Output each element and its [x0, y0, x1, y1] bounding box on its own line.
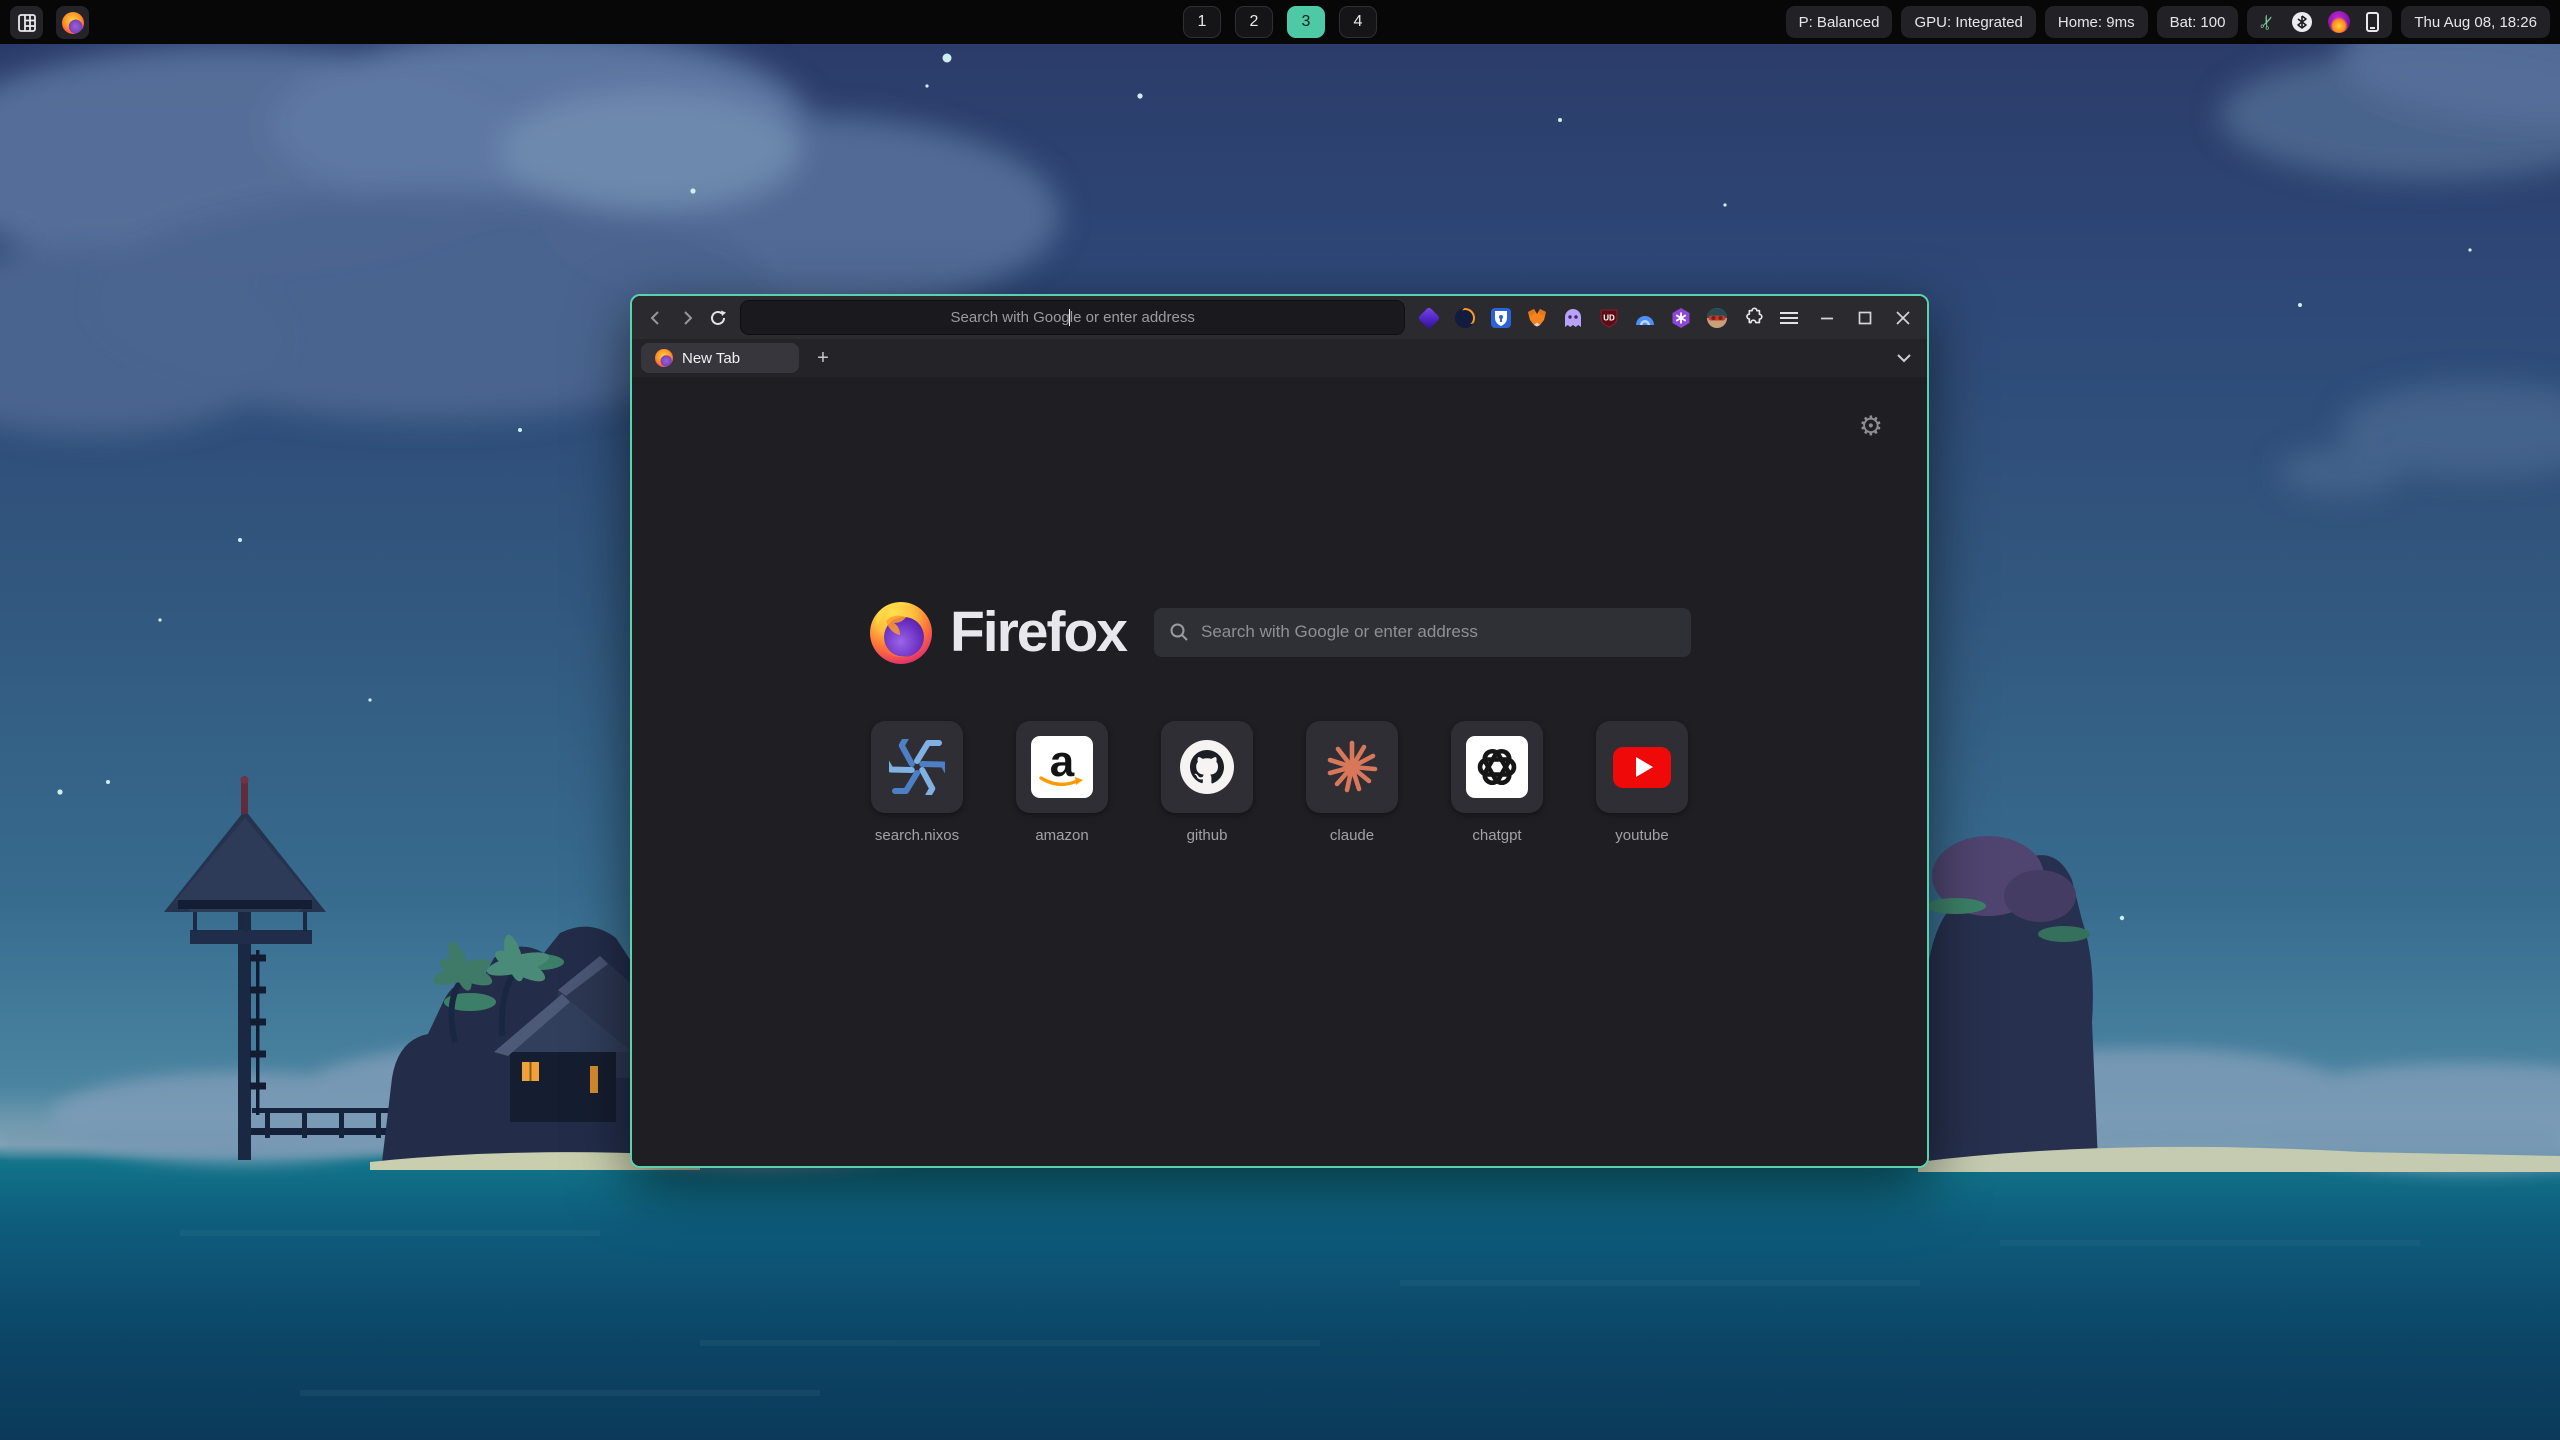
system-tray: ✂: [2247, 6, 2392, 38]
battery-status: Bat: 100: [2157, 6, 2239, 38]
back-button[interactable]: [641, 302, 672, 334]
workspace-4[interactable]: 4: [1339, 6, 1377, 38]
newtab-search-input[interactable]: [1201, 622, 1677, 642]
dark-reader-extension-icon[interactable]: [1454, 307, 1476, 329]
new-tab-page: ⚙ Firefox: [632, 377, 1927, 1166]
menu-hamburger-icon[interactable]: [1778, 307, 1800, 329]
firefox-launcher-button[interactable]: [56, 6, 89, 39]
purple-diamond-extension-icon[interactable]: [1418, 307, 1440, 329]
bluetooth-icon[interactable]: [2292, 12, 2312, 32]
firefox-logo: [868, 599, 934, 665]
shortcut-search-nixos[interactable]: search.nixos: [871, 721, 963, 844]
newtab-search-bar: [1154, 608, 1691, 657]
claude-starburst-icon: [1325, 740, 1379, 794]
top-status-bar: 1 2 3 4 P: Balanced GPU: Integrated Home…: [0, 0, 2560, 44]
bitwarden-extension-icon[interactable]: [1490, 307, 1512, 329]
window-controls: [1818, 309, 1912, 327]
nixos-snowflake-icon: [889, 739, 945, 795]
app-grid-icon: [17, 13, 37, 33]
workspace-2[interactable]: 2: [1235, 6, 1273, 38]
power-profile-status: P: Balanced: [1786, 6, 1893, 38]
workspace-3-active[interactable]: 3: [1287, 6, 1325, 38]
new-tab-button[interactable]: +: [808, 343, 838, 373]
minimize-button[interactable]: [1818, 309, 1836, 327]
text-caret: [1069, 309, 1071, 326]
search-icon: [1169, 622, 1189, 642]
github-octocat-icon: [1178, 738, 1236, 796]
workspace-1[interactable]: 1: [1183, 6, 1221, 38]
ghostery-extension-icon[interactable]: [1562, 307, 1584, 329]
shortcut-chatgpt[interactable]: chatgpt: [1451, 721, 1543, 844]
firefox-wordmark: Firefox: [950, 599, 1126, 665]
extensions-puzzle-icon[interactable]: [1742, 307, 1764, 329]
personalize-gear-icon[interactable]: ⚙: [1859, 413, 1883, 440]
url-bar: [741, 301, 1404, 334]
tab-bar: New Tab +: [632, 339, 1927, 377]
shortcut-label: youtube: [1615, 827, 1668, 844]
shortcut-tiles: search.nixos a amazon: [632, 721, 1927, 844]
clock[interactable]: Thu Aug 08, 18:26: [2401, 6, 2550, 38]
metamask-fox-extension-icon[interactable]: [1526, 307, 1548, 329]
shortcut-youtube[interactable]: youtube: [1596, 721, 1688, 844]
shortcut-github[interactable]: github: [1161, 721, 1253, 844]
flame-tray-icon[interactable]: [2328, 11, 2350, 33]
close-button[interactable]: [1894, 309, 1912, 327]
workspace-switcher: 1 2 3 4: [1183, 6, 1377, 38]
shortcut-label: amazon: [1035, 827, 1088, 844]
svg-text:UD: UD: [1603, 313, 1615, 322]
forward-button[interactable]: [672, 302, 703, 334]
shortcut-amazon[interactable]: a amazon: [1016, 721, 1108, 844]
phone-connect-icon[interactable]: [2366, 12, 2379, 32]
list-all-tabs-chevron-icon[interactable]: [1896, 353, 1912, 363]
spy-face-extension-icon[interactable]: [1706, 307, 1728, 329]
youtube-icon: [1613, 747, 1671, 788]
amazon-icon: a: [1031, 736, 1093, 798]
app-launcher-button[interactable]: [10, 6, 43, 39]
gpu-status: GPU: Integrated: [1901, 6, 2035, 38]
purple-hexagon-extension-icon[interactable]: [1670, 307, 1692, 329]
reload-button[interactable]: [703, 302, 734, 334]
shortcut-label: search.nixos: [875, 827, 959, 844]
maximize-button[interactable]: [1856, 309, 1874, 327]
ud-shield-extension-icon[interactable]: UD: [1598, 307, 1620, 329]
tab-favicon-firefox-icon: [655, 349, 673, 367]
extension-toolbar: UD: [1418, 307, 1800, 329]
navigation-toolbar: UD: [632, 296, 1927, 339]
scissors-tray-icon[interactable]: ✂: [2257, 11, 2280, 32]
tab-label: New Tab: [682, 350, 740, 367]
firefox-icon: [62, 12, 84, 34]
tab-new-tab[interactable]: New Tab: [641, 343, 799, 373]
shortcut-claude[interactable]: claude: [1306, 721, 1398, 844]
blue-arc-extension-icon[interactable]: [1634, 307, 1656, 329]
shortcut-label: github: [1187, 827, 1228, 844]
firefox-window: UD: [630, 294, 1929, 1168]
chatgpt-icon: [1466, 736, 1528, 798]
shortcut-label: chatgpt: [1472, 827, 1521, 844]
network-latency-status: Home: 9ms: [2045, 6, 2148, 38]
url-input[interactable]: [741, 301, 1404, 334]
newtab-hero: Firefox: [632, 599, 1927, 665]
shortcut-label: claude: [1330, 827, 1374, 844]
